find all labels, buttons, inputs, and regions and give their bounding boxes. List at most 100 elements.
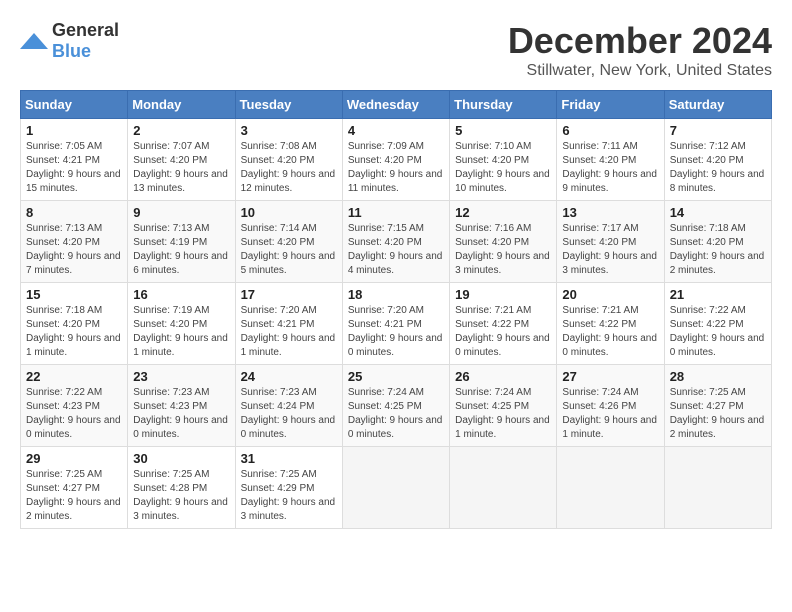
calendar-cell: 28 Sunrise: 7:25 AMSunset: 4:27 PMDaylig…	[664, 365, 771, 447]
day-number: 31	[241, 451, 337, 466]
day-info: Sunrise: 7:07 AMSunset: 4:20 PMDaylight:…	[133, 140, 229, 196]
calendar-header-tuesday: Tuesday	[235, 91, 342, 119]
day-number: 9	[133, 205, 229, 220]
day-info: Sunrise: 7:19 AMSunset: 4:20 PMDaylight:…	[133, 304, 229, 360]
day-info: Sunrise: 7:09 AMSunset: 4:20 PMDaylight:…	[348, 140, 444, 196]
day-info: Sunrise: 7:12 AMSunset: 4:20 PMDaylight:…	[670, 140, 766, 196]
calendar-cell: 24 Sunrise: 7:23 AMSunset: 4:24 PMDaylig…	[235, 365, 342, 447]
calendar-cell: 21 Sunrise: 7:22 AMSunset: 4:22 PMDaylig…	[664, 283, 771, 365]
day-number: 28	[670, 369, 766, 384]
calendar-cell: 25 Sunrise: 7:24 AMSunset: 4:25 PMDaylig…	[342, 365, 449, 447]
day-number: 30	[133, 451, 229, 466]
day-number: 17	[241, 287, 337, 302]
calendar-cell: 19 Sunrise: 7:21 AMSunset: 4:22 PMDaylig…	[450, 283, 557, 365]
calendar-cell: 10 Sunrise: 7:14 AMSunset: 4:20 PMDaylig…	[235, 201, 342, 283]
day-number: 23	[133, 369, 229, 384]
calendar-cell: 18 Sunrise: 7:20 AMSunset: 4:21 PMDaylig…	[342, 283, 449, 365]
day-number: 3	[241, 123, 337, 138]
day-number: 19	[455, 287, 551, 302]
calendar-cell: 4 Sunrise: 7:09 AMSunset: 4:20 PMDayligh…	[342, 119, 449, 201]
day-number: 15	[26, 287, 122, 302]
day-info: Sunrise: 7:23 AMSunset: 4:23 PMDaylight:…	[133, 386, 229, 442]
calendar-header-wednesday: Wednesday	[342, 91, 449, 119]
calendar-cell: 7 Sunrise: 7:12 AMSunset: 4:20 PMDayligh…	[664, 119, 771, 201]
day-info: Sunrise: 7:15 AMSunset: 4:20 PMDaylight:…	[348, 222, 444, 278]
calendar-week-2: 8 Sunrise: 7:13 AMSunset: 4:20 PMDayligh…	[21, 201, 772, 283]
calendar-cell: 2 Sunrise: 7:07 AMSunset: 4:20 PMDayligh…	[128, 119, 235, 201]
day-number: 24	[241, 369, 337, 384]
calendar-cell: 9 Sunrise: 7:13 AMSunset: 4:19 PMDayligh…	[128, 201, 235, 283]
day-info: Sunrise: 7:18 AMSunset: 4:20 PMDaylight:…	[26, 304, 122, 360]
day-number: 4	[348, 123, 444, 138]
day-number: 11	[348, 205, 444, 220]
calendar-cell	[664, 447, 771, 529]
calendar-cell: 31 Sunrise: 7:25 AMSunset: 4:29 PMDaylig…	[235, 447, 342, 529]
day-number: 7	[670, 123, 766, 138]
calendar-cell	[450, 447, 557, 529]
day-number: 13	[562, 205, 658, 220]
day-info: Sunrise: 7:20 AMSunset: 4:21 PMDaylight:…	[241, 304, 337, 360]
day-info: Sunrise: 7:10 AMSunset: 4:20 PMDaylight:…	[455, 140, 551, 196]
day-info: Sunrise: 7:23 AMSunset: 4:24 PMDaylight:…	[241, 386, 337, 442]
day-number: 14	[670, 205, 766, 220]
calendar-week-5: 29 Sunrise: 7:25 AMSunset: 4:27 PMDaylig…	[21, 447, 772, 529]
day-info: Sunrise: 7:05 AMSunset: 4:21 PMDaylight:…	[26, 140, 122, 196]
subtitle: Stillwater, New York, United States	[508, 62, 772, 80]
day-number: 22	[26, 369, 122, 384]
day-info: Sunrise: 7:16 AMSunset: 4:20 PMDaylight:…	[455, 222, 551, 278]
title-area: December 2024 Stillwater, New York, Unit…	[508, 20, 772, 80]
calendar-header-friday: Friday	[557, 91, 664, 119]
calendar-header-monday: Monday	[128, 91, 235, 119]
calendar-cell: 12 Sunrise: 7:16 AMSunset: 4:20 PMDaylig…	[450, 201, 557, 283]
day-number: 27	[562, 369, 658, 384]
calendar-week-1: 1 Sunrise: 7:05 AMSunset: 4:21 PMDayligh…	[21, 119, 772, 201]
calendar-cell: 16 Sunrise: 7:19 AMSunset: 4:20 PMDaylig…	[128, 283, 235, 365]
calendar-cell: 29 Sunrise: 7:25 AMSunset: 4:27 PMDaylig…	[21, 447, 128, 529]
day-number: 6	[562, 123, 658, 138]
day-info: Sunrise: 7:24 AMSunset: 4:25 PMDaylight:…	[348, 386, 444, 442]
day-number: 18	[348, 287, 444, 302]
calendar-cell: 11 Sunrise: 7:15 AMSunset: 4:20 PMDaylig…	[342, 201, 449, 283]
day-info: Sunrise: 7:08 AMSunset: 4:20 PMDaylight:…	[241, 140, 337, 196]
day-number: 16	[133, 287, 229, 302]
logo-icon	[20, 31, 48, 51]
day-number: 10	[241, 205, 337, 220]
calendar-week-4: 22 Sunrise: 7:22 AMSunset: 4:23 PMDaylig…	[21, 365, 772, 447]
calendar-header-row: SundayMondayTuesdayWednesdayThursdayFrid…	[21, 91, 772, 119]
day-info: Sunrise: 7:13 AMSunset: 4:19 PMDaylight:…	[133, 222, 229, 278]
calendar-cell: 27 Sunrise: 7:24 AMSunset: 4:26 PMDaylig…	[557, 365, 664, 447]
calendar-cell	[342, 447, 449, 529]
calendar-cell: 14 Sunrise: 7:18 AMSunset: 4:20 PMDaylig…	[664, 201, 771, 283]
calendar-cell: 6 Sunrise: 7:11 AMSunset: 4:20 PMDayligh…	[557, 119, 664, 201]
day-info: Sunrise: 7:21 AMSunset: 4:22 PMDaylight:…	[562, 304, 658, 360]
calendar-header-sunday: Sunday	[21, 91, 128, 119]
day-info: Sunrise: 7:25 AMSunset: 4:28 PMDaylight:…	[133, 468, 229, 524]
calendar-cell: 8 Sunrise: 7:13 AMSunset: 4:20 PMDayligh…	[21, 201, 128, 283]
calendar-cell: 22 Sunrise: 7:22 AMSunset: 4:23 PMDaylig…	[21, 365, 128, 447]
day-info: Sunrise: 7:25 AMSunset: 4:29 PMDaylight:…	[241, 468, 337, 524]
calendar-cell: 26 Sunrise: 7:24 AMSunset: 4:25 PMDaylig…	[450, 365, 557, 447]
day-number: 25	[348, 369, 444, 384]
day-number: 2	[133, 123, 229, 138]
day-number: 12	[455, 205, 551, 220]
calendar-cell: 23 Sunrise: 7:23 AMSunset: 4:23 PMDaylig…	[128, 365, 235, 447]
calendar-body: 1 Sunrise: 7:05 AMSunset: 4:21 PMDayligh…	[21, 119, 772, 529]
day-info: Sunrise: 7:25 AMSunset: 4:27 PMDaylight:…	[26, 468, 122, 524]
day-info: Sunrise: 7:14 AMSunset: 4:20 PMDaylight:…	[241, 222, 337, 278]
day-info: Sunrise: 7:13 AMSunset: 4:20 PMDaylight:…	[26, 222, 122, 278]
logo: General Blue	[20, 20, 119, 62]
day-info: Sunrise: 7:22 AMSunset: 4:23 PMDaylight:…	[26, 386, 122, 442]
calendar-cell: 13 Sunrise: 7:17 AMSunset: 4:20 PMDaylig…	[557, 201, 664, 283]
logo-blue: Blue	[52, 41, 91, 61]
day-number: 1	[26, 123, 122, 138]
day-number: 21	[670, 287, 766, 302]
day-info: Sunrise: 7:18 AMSunset: 4:20 PMDaylight:…	[670, 222, 766, 278]
calendar-header-thursday: Thursday	[450, 91, 557, 119]
day-number: 5	[455, 123, 551, 138]
day-info: Sunrise: 7:24 AMSunset: 4:26 PMDaylight:…	[562, 386, 658, 442]
calendar-cell: 17 Sunrise: 7:20 AMSunset: 4:21 PMDaylig…	[235, 283, 342, 365]
calendar-cell: 20 Sunrise: 7:21 AMSunset: 4:22 PMDaylig…	[557, 283, 664, 365]
calendar-cell: 5 Sunrise: 7:10 AMSunset: 4:20 PMDayligh…	[450, 119, 557, 201]
calendar-cell	[557, 447, 664, 529]
day-number: 29	[26, 451, 122, 466]
